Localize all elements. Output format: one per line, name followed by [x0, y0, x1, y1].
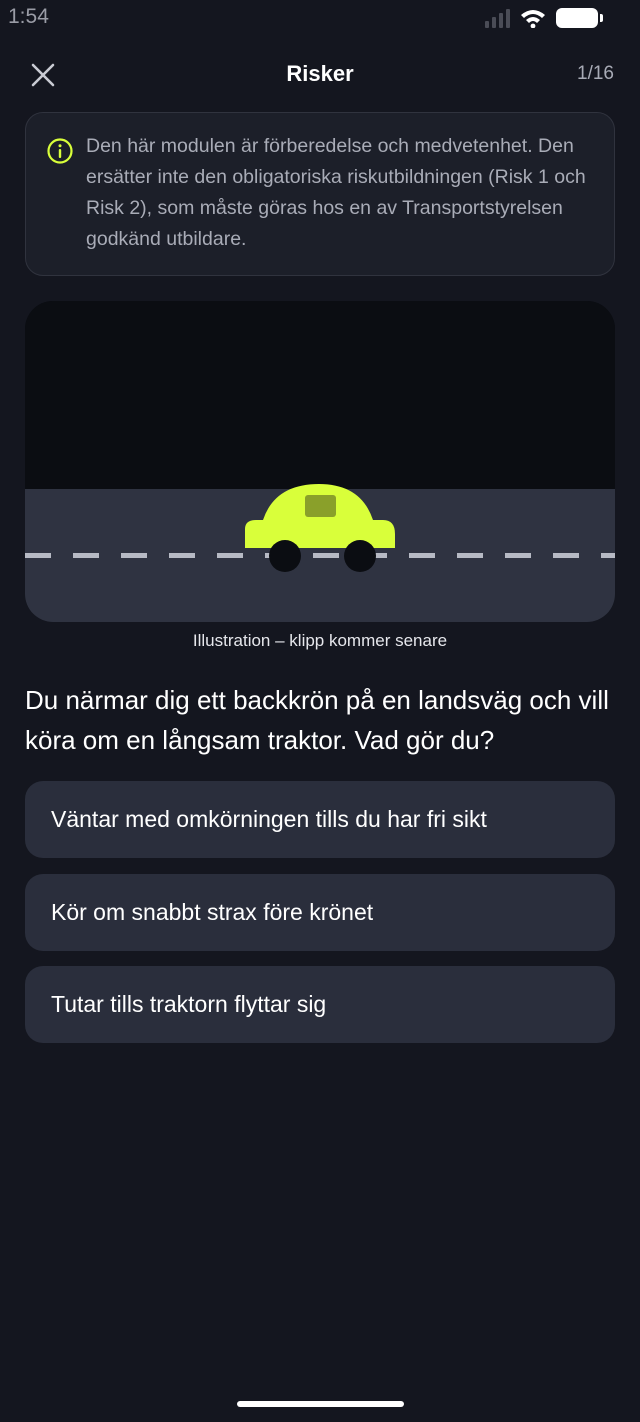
home-indicator[interactable] — [237, 1401, 404, 1407]
page-title: Risker — [286, 61, 354, 86]
status-time: 1:54 — [8, 5, 49, 28]
illustration-caption: Illustration – klipp kommer senare — [192, 631, 448, 650]
wifi-icon — [521, 10, 545, 28]
info-box: Den här modulen är förberedelse och medv… — [25, 112, 615, 276]
header: Risker 1/16 — [0, 48, 640, 100]
illustration — [25, 301, 615, 622]
answer-option-1[interactable]: Väntar med omkörningen tills du har fri … — [25, 781, 615, 858]
info-text: Den här modulen är förberedelse och medv… — [86, 135, 586, 250]
battery-icon — [556, 8, 603, 28]
status-bar: 1:54 — [0, 0, 640, 36]
answer-option-3[interactable]: Tutar tills traktorn flyttar sig — [25, 966, 615, 1043]
signal-icon — [485, 8, 510, 28]
answer-label: Väntar med omkörningen tills du har fri … — [51, 806, 487, 832]
answer-label: Tutar tills traktorn flyttar sig — [51, 991, 327, 1017]
answer-label: Kör om snabbt strax före krönet — [51, 899, 374, 925]
status-icons — [485, 8, 603, 28]
screen: 1:54 Risker 1/16 Den här modulen är förb… — [0, 0, 640, 1422]
info-icon — [47, 138, 73, 164]
sky — [25, 301, 615, 489]
question-text: Du närmar dig ett backkrön på en landsvä… — [25, 685, 609, 755]
answer-option-2[interactable]: Kör om snabbt strax före krönet — [25, 874, 615, 951]
progress-count: 1/16 — [577, 63, 614, 84]
